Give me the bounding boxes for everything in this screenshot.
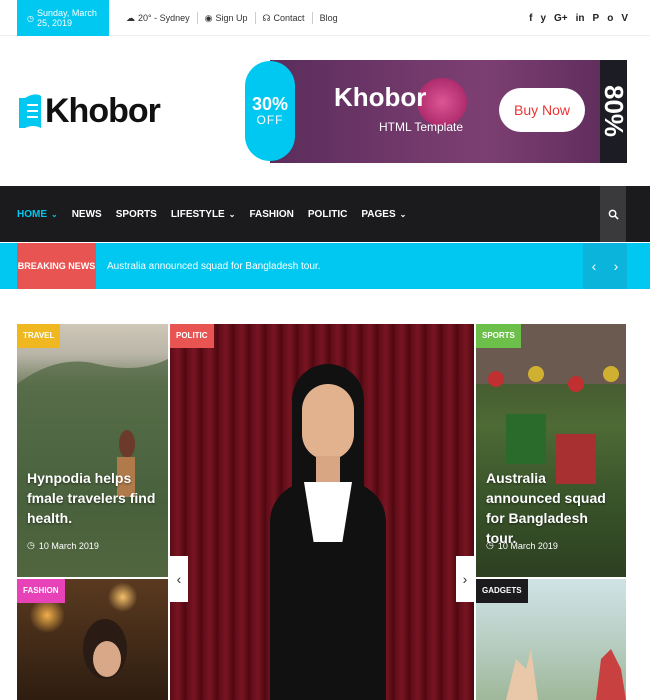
card-title[interactable]: Australia announced squad for Bangladesh… (486, 468, 621, 548)
nav-item-home[interactable]: HOME ⌄ (17, 209, 58, 220)
search-icon (608, 209, 619, 220)
card-title[interactable]: Hynpodia helps fmale travelers find heal… (27, 468, 162, 528)
social-links: f y G+ in P o V (529, 0, 628, 36)
card-date: ◷ 10 March 2019 (27, 540, 99, 551)
headset-icon: ☊ (262, 13, 271, 23)
user-icon: ◉ (204, 13, 213, 23)
ad-banner[interactable]: 30% OFF Khobor HTML Template Buy Now 80% (245, 60, 627, 163)
nav-label: NEWS (71, 208, 102, 220)
category-tag[interactable]: TRAVEL (17, 324, 61, 348)
breaking-news-text[interactable]: Australia announced squad for Bangladesh… (107, 243, 321, 289)
category-tag[interactable]: POLITIC (170, 324, 214, 348)
chevron-down-icon: ⌄ (51, 209, 58, 219)
category-tag[interactable]: FASHION (17, 579, 65, 603)
clock-icon: ◷ (27, 13, 34, 23)
slider-prev-button[interactable]: ‹ (170, 556, 188, 602)
google-plus-icon[interactable]: G+ (554, 13, 568, 24)
main-nav: HOME ⌄ NEWS SPORTS LIFESTYLE ⌄ FASHION P… (0, 186, 650, 242)
card-gadgets[interactable]: GADGETS (476, 579, 626, 700)
ad-off: OFF (256, 113, 284, 127)
date-text: 10 March 2019 (497, 540, 558, 551)
clock-icon: ◷ (486, 540, 494, 550)
search-button[interactable] (600, 186, 626, 242)
card-sports[interactable]: SPORTS Australia announced squad for Ban… (476, 324, 626, 577)
nav-label: PAGES (361, 208, 396, 220)
nav-item-politic[interactable]: POLITIC (308, 209, 347, 220)
vimeo-icon[interactable]: V (621, 13, 628, 24)
breaking-next-button[interactable]: › (605, 243, 627, 289)
pinterest-icon[interactable]: P (593, 13, 600, 24)
slider-next-button[interactable]: › (456, 556, 474, 602)
signup-label: Sign Up (215, 13, 248, 23)
ad-discount-badge: 30% OFF (245, 61, 295, 161)
blog-link[interactable]: Blog (313, 12, 345, 24)
card-politic[interactable]: POLITIC (170, 324, 474, 700)
top-links: ☁ 20° - Sydney ◉ Sign Up ☊ Contact Blog (119, 0, 345, 36)
ad-buy-button[interactable]: Buy Now (499, 88, 585, 132)
category-tag[interactable]: SPORTS (476, 324, 521, 348)
top-bar: ◷ Sunday, March 25, 2019 ☁ 20° - Sydney … (0, 0, 650, 36)
twitter-icon[interactable]: y (540, 13, 546, 24)
category-tag[interactable]: GADGETS (476, 579, 528, 603)
breaking-news-label: BREAKING NEWS (17, 243, 96, 289)
chevron-down-icon: ⌄ (399, 209, 407, 219)
politic-image (270, 364, 386, 700)
contact-link[interactable]: ☊ Contact (256, 12, 313, 24)
breaking-prev-button[interactable]: ‹ (583, 243, 605, 289)
logo-text: Khobor (45, 91, 161, 130)
ad-subtitle: HTML Template (379, 120, 464, 134)
nav-item-lifestyle[interactable]: LIFESTYLE ⌄ (171, 209, 236, 220)
chevron-down-icon: ⌄ (228, 209, 236, 219)
nav-label: POLITIC (307, 208, 348, 220)
nav-item-news[interactable]: NEWS (72, 209, 102, 220)
nav-label: SPORTS (115, 208, 157, 220)
blog-label: Blog (319, 13, 338, 23)
nav-label: LIFESTYLE (170, 208, 225, 220)
clock-icon: ◷ (27, 540, 35, 550)
nav-label: FASHION (249, 208, 294, 220)
logo-icon (19, 94, 41, 128)
current-date: Sunday, March 25, 2019 (36, 8, 97, 28)
signup-link[interactable]: ◉ Sign Up (198, 12, 256, 24)
nav-label: HOME (17, 208, 47, 220)
card-date: ◷ 10 March 2019 (486, 540, 558, 551)
site-logo[interactable]: Khobor (17, 86, 161, 136)
date-text: 10 March 2019 (38, 540, 99, 551)
ad-title: Khobor (334, 82, 427, 112)
nav-item-pages[interactable]: PAGES ⌄ (361, 209, 406, 220)
card-fashion[interactable]: FASHION (17, 579, 168, 700)
nav-menu: HOME ⌄ NEWS SPORTS LIFESTYLE ⌄ FASHION P… (17, 186, 420, 242)
weather: ☁ 20° - Sydney (119, 12, 198, 24)
contact-label: Contact (273, 13, 305, 23)
date-box: ◷ Sunday, March 25, 2019 (17, 0, 109, 36)
nav-item-fashion[interactable]: FASHION (249, 209, 293, 220)
nav-item-sports[interactable]: SPORTS (116, 209, 157, 220)
ad-percent: 30% (251, 94, 289, 114)
instagram-icon[interactable]: o (607, 13, 613, 24)
card-travel[interactable]: TRAVEL Hynpodia helps fmale travelers fi… (17, 324, 168, 577)
breaking-news-bar: BREAKING NEWS Australia announced squad … (0, 243, 650, 289)
facebook-icon[interactable]: f (529, 13, 532, 24)
ad-side-text: 80% (600, 60, 627, 163)
linkedin-icon[interactable]: in (576, 13, 585, 24)
weather-icon: ☁ (126, 13, 135, 23)
weather-text: 20° - Sydney (138, 13, 190, 23)
